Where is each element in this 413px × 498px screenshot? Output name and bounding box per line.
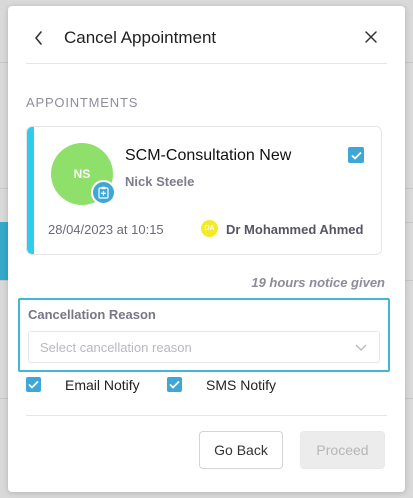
cancellation-reason-label: Cancellation Reason [28,307,156,322]
close-icon [365,31,377,43]
back-button[interactable] [30,28,48,48]
modal-header: Cancel Appointment [8,6,405,68]
notice-text: 19 hours notice given [251,275,385,290]
proceed-button[interactable]: Proceed [300,431,385,469]
appointment-datetime: 28/04/2023 at 10:15 [48,222,164,237]
cancellation-reason-placeholder: Select cancellation reason [40,340,192,355]
check-icon [350,151,362,160]
email-notify-label: Email Notify [65,377,140,393]
close-button[interactable] [363,29,379,45]
appointment-checkbox[interactable] [348,147,364,163]
appointment-card: NS SCM-Consultation New Nick Steele 28/0… [26,126,382,255]
chevron-down-icon [355,344,367,351]
practitioner-avatar: DA [201,220,218,237]
appointment-title: SCM-Consultation New [125,147,292,164]
appointments-section-label: APPOINTMENTS [26,95,139,110]
chevron-left-icon [35,31,42,45]
sms-notify-checkbox[interactable] [167,377,182,392]
cancellation-reason-select[interactable]: Select cancellation reason [28,331,380,363]
appointment-client: Nick Steele [125,174,195,189]
footer-divider [26,415,387,416]
cancel-appointment-modal: Cancel Appointment APPOINTMENTS NS SCM-C… [8,6,405,492]
go-back-button[interactable]: Go Back [199,431,283,469]
email-notify-checkbox[interactable] [26,377,41,392]
clipboard-medical-icon [91,180,116,205]
header-divider [26,63,387,64]
check-icon [169,380,180,389]
backdrop-accent [0,222,8,280]
modal-title: Cancel Appointment [64,28,217,47]
sms-notify-label: SMS Notify [206,377,277,393]
practitioner-name: Dr Mohammed Ahmed [226,222,364,237]
cancellation-reason-group: Cancellation Reason Select cancellation … [18,298,390,372]
check-icon [28,380,39,389]
appointment-card-accent [27,127,34,254]
